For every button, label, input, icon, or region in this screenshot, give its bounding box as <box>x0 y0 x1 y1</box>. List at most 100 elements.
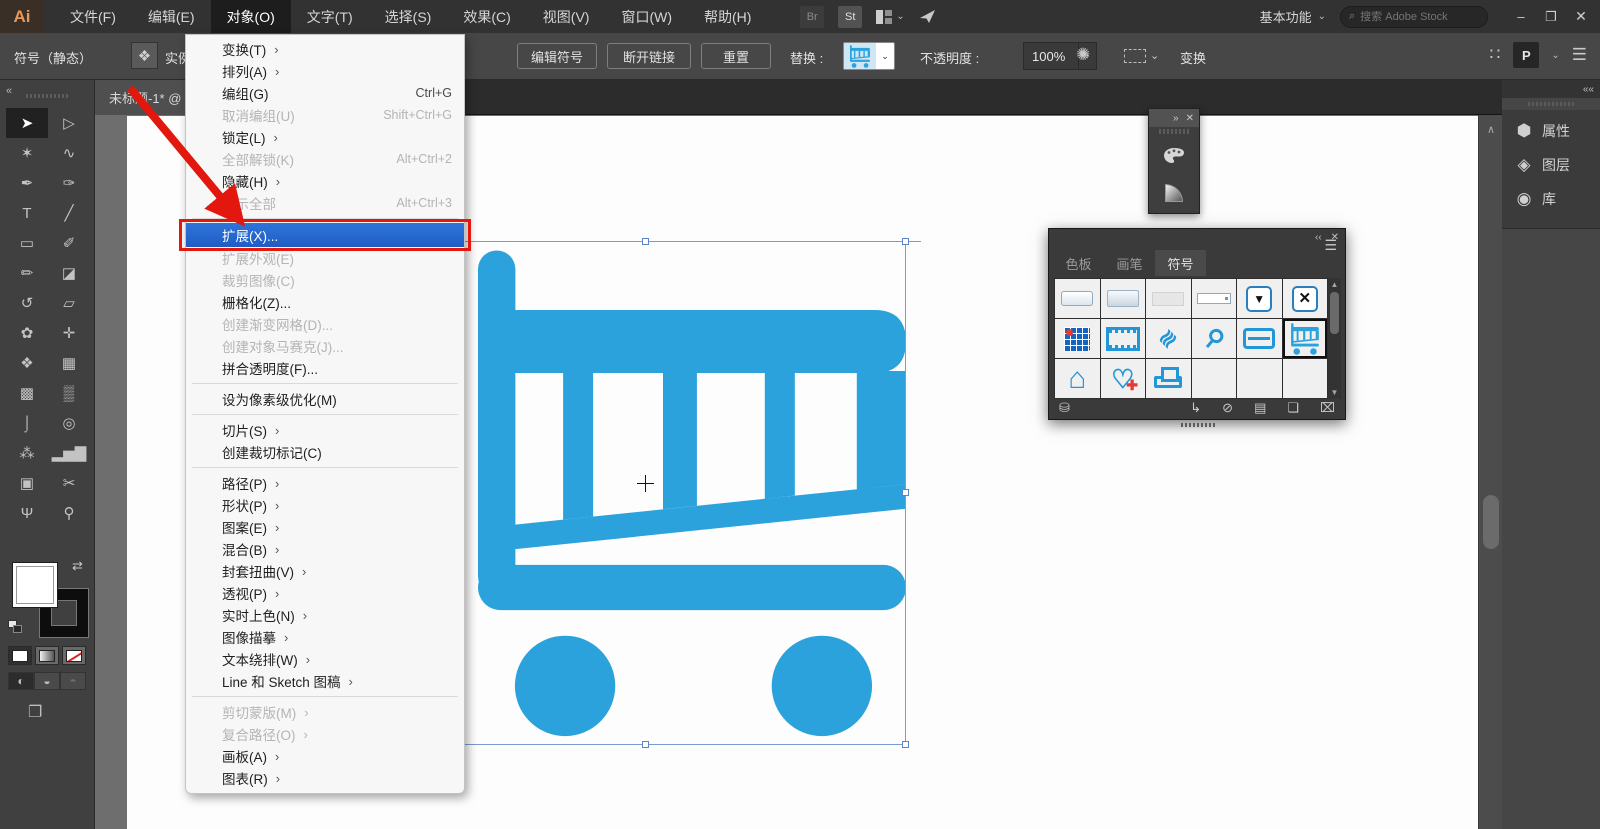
puppet-warp-tool[interactable]: ✛ <box>48 318 90 348</box>
menu-item[interactable]: 编组(G) Ctrl+G <box>186 82 464 104</box>
color-mode-button[interactable] <box>8 646 32 665</box>
reset-button[interactable]: 重置 <box>701 43 771 69</box>
menubar-item[interactable]: 对象(O) <box>211 0 291 33</box>
scroll-down-icon[interactable]: ▼ <box>1328 388 1341 397</box>
restore-button[interactable]: ❐ <box>1536 4 1566 30</box>
break-symbol-link-icon[interactable]: ⊘ <box>1222 400 1233 416</box>
expand-panel-icon[interactable]: » <box>1173 113 1179 124</box>
panel-resize-grip[interactable] <box>1181 423 1217 427</box>
menu-item[interactable]: 排列(A) › <box>186 60 464 82</box>
symbols-scrollbar[interactable]: ▲ ▼ <box>1328 278 1341 399</box>
shape-builder-tool[interactable]: ❖ <box>6 348 48 378</box>
symbol-empty-2[interactable] <box>1237 359 1282 398</box>
selection-handle-top-right[interactable] <box>902 238 909 245</box>
draw-inside-mode-button[interactable]: ◓ <box>60 672 86 690</box>
symbol-credit-card[interactable] <box>1237 319 1282 358</box>
line-segment-tool[interactable]: ╱ <box>48 198 90 228</box>
collapse-dock-icon[interactable]: «« <box>1583 84 1594 95</box>
menubar-item[interactable]: 帮助(H) <box>688 0 767 33</box>
menu-item[interactable]: Line 和 Sketch 图稿 › <box>186 670 464 692</box>
symbols-panel-tab[interactable]: 符号 <box>1155 250 1206 276</box>
lasso-tool[interactable]: ∿ <box>48 138 90 168</box>
edit-symbol-button[interactable]: 编辑符号 <box>517 43 597 69</box>
place-symbol-icon[interactable]: ↳ <box>1190 400 1201 416</box>
gradient-panel-icon[interactable] <box>1149 174 1199 212</box>
width-tool[interactable]: ✿ <box>6 318 48 348</box>
menu-item[interactable]: 栅格化(Z)... <box>186 291 464 313</box>
menubar-item[interactable]: 文字(T) <box>291 0 369 33</box>
canvas-vertical-scrollbar[interactable]: ∧ <box>1478 115 1502 829</box>
hand-tool[interactable]: Ψ <box>6 498 48 528</box>
menu-item[interactable]: 实时上色(N) › <box>186 604 464 626</box>
rectangle-tool[interactable]: ▭ <box>6 228 48 258</box>
draw-behind-mode-button[interactable]: ◒ <box>34 672 60 690</box>
selection-tool[interactable]: ➤ <box>6 108 48 138</box>
share-icon[interactable] <box>919 9 936 24</box>
selection-handle-right[interactable] <box>902 489 909 496</box>
menubar-item[interactable]: 效果(C) <box>447 0 526 33</box>
symbol-magnifier[interactable]: ⚲ <box>1192 319 1237 358</box>
none-mode-button[interactable] <box>62 646 86 665</box>
shaper-tool[interactable]: ✏ <box>6 258 48 288</box>
menubar-item[interactable]: 文件(F) <box>54 0 132 33</box>
minimize-button[interactable]: – <box>1506 4 1536 30</box>
curvature-tool[interactable]: ✑ <box>48 168 90 198</box>
menu-item[interactable]: 拼合透明度(F)... <box>186 357 464 379</box>
slice-tool[interactable]: ✂ <box>48 468 90 498</box>
symbol-blank-button[interactable] <box>1055 279 1100 318</box>
color-panel-icon[interactable] <box>1149 136 1199 174</box>
panel-menu-icon[interactable]: ☰ <box>1324 237 1337 254</box>
arrange-documents-button[interactable]: ⌄ <box>876 10 904 24</box>
properties-panel-toggle[interactable]: P <box>1513 42 1539 68</box>
menu-item[interactable]: 显示全部 Alt+Ctrl+3 <box>186 192 464 214</box>
toolbar-grip[interactable] <box>26 94 70 98</box>
menu-item[interactable]: 创建对象马赛克(J)... <box>186 335 464 357</box>
toolbar-collapse-icon[interactable]: « <box>6 85 12 97</box>
menu-item[interactable]: 切片(S) › <box>186 419 464 441</box>
selection-handle-bottom-right[interactable] <box>902 741 909 748</box>
rotate-tool[interactable]: ↺ <box>6 288 48 318</box>
symbol-shaded-button[interactable] <box>1101 279 1146 318</box>
properties[interactable]: ⬢ 属性 <box>1502 114 1600 148</box>
perspective-grid-tool[interactable]: ▦ <box>48 348 90 378</box>
scale-tool[interactable]: ▱ <box>48 288 90 318</box>
menu-item[interactable]: 混合(B) › <box>186 538 464 560</box>
menu-item[interactable]: 文本绕排(W) › <box>186 648 464 670</box>
menu-item[interactable]: 画板(A) › <box>186 745 464 767</box>
menubar-item[interactable]: 窗口(W) <box>605 0 688 33</box>
menu-item[interactable]: 隐藏(H) › <box>186 170 464 192</box>
mesh-tool[interactable]: ▩ <box>6 378 48 408</box>
collapse-panel-icon[interactable]: ‹‹ <box>1315 232 1322 243</box>
close-button[interactable]: ✕ <box>1566 4 1596 30</box>
menu-item[interactable]: 全部解锁(K) Alt+Ctrl+2 <box>186 148 464 170</box>
symbol-rss[interactable]: ≋ <box>1146 319 1191 358</box>
dock-grip[interactable] <box>1528 102 1574 106</box>
menu-item[interactable]: 剪切蒙版(M) › <box>186 701 464 723</box>
symbol-calendar[interactable] <box>1055 319 1100 358</box>
new-symbol-icon[interactable]: ❏ <box>1287 400 1299 416</box>
draw-normal-mode-button[interactable]: ◐ <box>8 672 34 690</box>
menu-item[interactable]: 图案(E) › <box>186 516 464 538</box>
menu-item[interactable]: 路径(P) › <box>186 472 464 494</box>
chevron-down-icon[interactable]: ⌄ <box>1150 49 1159 62</box>
replace-symbol-dropdown[interactable]: ⌄ <box>843 42 895 70</box>
menubar-item[interactable]: 视图(V) <box>527 0 606 33</box>
menubar-item[interactable]: 选择(S) <box>369 0 448 33</box>
menubar-item[interactable]: 编辑(E) <box>132 0 211 33</box>
menu-item[interactable]: 复合路径(O) › <box>186 723 464 745</box>
recolor-artwork-icon[interactable]: ✺ <box>1076 45 1090 65</box>
magic-wand-tool[interactable]: ✶ <box>6 138 48 168</box>
search-input[interactable] <box>1360 11 1470 23</box>
menu-item[interactable]: 创建裁切标记(C) <box>186 441 464 463</box>
stock-search-box[interactable]: ⌕ <box>1340 6 1488 28</box>
default-fill-stroke-icon[interactable] <box>8 620 24 634</box>
menu-item[interactable]: 扩展(X)... <box>186 223 464 247</box>
close-icon[interactable]: ✕ <box>1186 113 1194 124</box>
artboard-tool[interactable]: ▣ <box>6 468 48 498</box>
menu-item[interactable]: 图像描摹 › <box>186 626 464 648</box>
layers[interactable]: ◈ 图层 <box>1502 148 1600 182</box>
symbol-printer[interactable] <box>1146 359 1191 398</box>
direct-selection-tool[interactable]: ▷ <box>48 108 90 138</box>
menu-item[interactable]: 裁剪图像(C) <box>186 269 464 291</box>
delete-symbol-icon[interactable]: ⌧ <box>1320 400 1335 416</box>
